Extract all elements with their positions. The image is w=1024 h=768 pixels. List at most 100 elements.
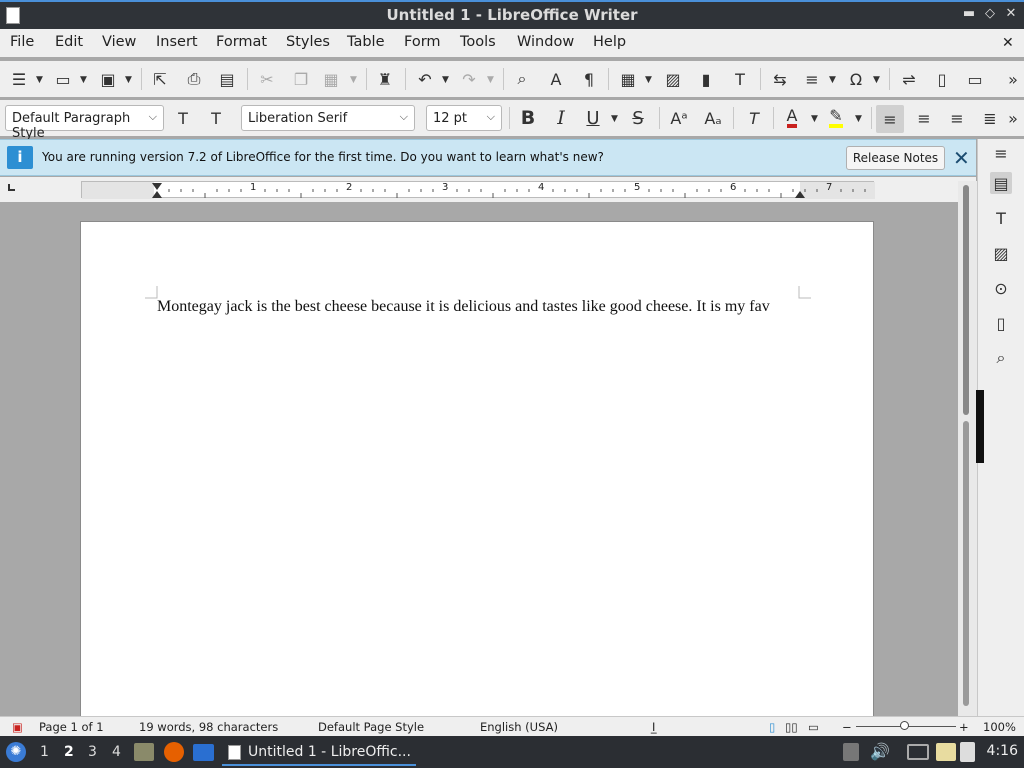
scrollbar-thumb[interactable] bbox=[963, 185, 969, 415]
print-icon[interactable]: ⎙ bbox=[183, 68, 205, 90]
chevron-down-icon[interactable]: ▼ bbox=[125, 75, 132, 85]
update-style-icon[interactable]: T bbox=[172, 107, 194, 129]
word-count[interactable]: 19 words, 98 characters bbox=[139, 720, 278, 734]
terminal-icon[interactable] bbox=[193, 744, 214, 761]
chevron-down-icon[interactable]: ▼ bbox=[350, 75, 357, 85]
scrollbar-track[interactable] bbox=[963, 421, 969, 706]
release-notes-button[interactable]: Release Notes bbox=[846, 146, 945, 170]
workspace-4[interactable]: 4 bbox=[112, 744, 121, 760]
restore-button[interactable]: ◇ bbox=[981, 6, 999, 21]
taskbar-writer-task[interactable]: Untitled 1 - LibreOffic... bbox=[222, 738, 416, 766]
zoom-level[interactable]: 100% bbox=[983, 720, 1016, 734]
document-body-text[interactable]: Montegay jack is the best cheese because… bbox=[157, 298, 770, 316]
menu-file[interactable]: File bbox=[10, 34, 34, 50]
chevron-down-icon[interactable]: ▼ bbox=[36, 75, 43, 85]
spelling-icon[interactable]: A bbox=[545, 68, 567, 90]
undo-icon[interactable]: ↶ bbox=[414, 68, 436, 90]
zoom-out-icon[interactable]: − bbox=[842, 720, 852, 734]
insert-comment-icon[interactable]: ▭ bbox=[964, 68, 986, 90]
subscript-icon[interactable]: Aₐ bbox=[702, 107, 724, 129]
chevron-down-icon[interactable]: ⌵ bbox=[400, 110, 408, 124]
properties-icon[interactable]: ▤ bbox=[990, 172, 1012, 194]
menu-format[interactable]: Format bbox=[216, 34, 267, 50]
close-window-button[interactable]: ✕ bbox=[1002, 6, 1020, 21]
more-options-icon[interactable]: » bbox=[1002, 68, 1024, 90]
gallery-icon[interactable]: ▨ bbox=[990, 242, 1012, 264]
insert-mode-icon[interactable]: I̲ bbox=[652, 720, 655, 734]
file-manager-icon[interactable] bbox=[134, 743, 154, 761]
find-replace-icon[interactable]: ⌕ bbox=[511, 68, 533, 90]
chevron-down-icon[interactable]: ▼ bbox=[811, 114, 818, 124]
workspace-3[interactable]: 3 bbox=[88, 744, 97, 760]
menu-tools[interactable]: Tools bbox=[460, 34, 496, 50]
align-right-icon[interactable]: ≡ bbox=[946, 107, 968, 129]
chevron-down-icon[interactable]: ▼ bbox=[873, 75, 880, 85]
insert-textbox-icon[interactable]: T bbox=[729, 68, 751, 90]
page-count[interactable]: Page 1 of 1 bbox=[39, 720, 104, 734]
more-options-icon[interactable]: » bbox=[1002, 107, 1024, 129]
language[interactable]: English (USA) bbox=[480, 720, 558, 734]
page-style[interactable]: Default Page Style bbox=[318, 720, 424, 734]
insert-page-break-icon[interactable]: ⇆ bbox=[769, 68, 791, 90]
menu-view[interactable]: View bbox=[102, 34, 136, 50]
close-icon[interactable]: ✕ bbox=[953, 146, 970, 170]
superscript-icon[interactable]: Aᵃ bbox=[668, 107, 690, 129]
chevron-down-icon[interactable]: ▼ bbox=[80, 75, 87, 85]
bold-icon[interactable]: B bbox=[517, 107, 539, 129]
insert-chart-icon[interactable]: ▮ bbox=[695, 68, 717, 90]
sidebar-collapse-handle[interactable] bbox=[976, 390, 984, 463]
insert-hyperlink-icon[interactable]: ⇌ bbox=[898, 68, 920, 90]
workspace-2[interactable]: 2 bbox=[64, 744, 74, 760]
font-color-icon[interactable]: A bbox=[781, 107, 803, 129]
align-left-icon[interactable]: ≡ bbox=[876, 105, 904, 133]
open-folder-icon[interactable]: ▭ bbox=[52, 68, 74, 90]
new-style-icon[interactable]: T bbox=[205, 107, 227, 129]
font-name-combo[interactable]: Liberation Serif ⌵ bbox=[241, 105, 415, 131]
tab-stop-selector-icon[interactable] bbox=[8, 184, 15, 191]
insert-footnote-icon[interactable]: ▯ bbox=[931, 68, 953, 90]
document-page[interactable]: Montegay jack is the best cheese because… bbox=[80, 221, 874, 721]
copy-icon[interactable]: ❐ bbox=[290, 68, 312, 90]
clone-formatting-icon[interactable]: ♜ bbox=[374, 68, 396, 90]
volume-icon[interactable]: 🔊 bbox=[870, 742, 890, 761]
highlight-color-icon[interactable]: ✎ bbox=[825, 107, 847, 129]
underline-icon[interactable]: U bbox=[582, 107, 604, 129]
insert-table-icon[interactable]: ▦ bbox=[617, 68, 639, 90]
justify-icon[interactable]: ≣ bbox=[979, 107, 1001, 129]
chevron-down-icon[interactable]: ▼ bbox=[487, 75, 494, 85]
minimize-button[interactable]: ▬ bbox=[960, 6, 978, 21]
menu-insert[interactable]: Insert bbox=[156, 34, 198, 50]
menu-help[interactable]: Help bbox=[593, 34, 626, 50]
horizontal-ruler[interactable]: 1 2 3 4 5 6 7 bbox=[81, 181, 875, 199]
redo-icon[interactable]: ↷ bbox=[458, 68, 480, 90]
special-character-icon[interactable]: Ω bbox=[845, 68, 867, 90]
new-document-icon[interactable]: ☰ bbox=[8, 68, 30, 90]
formatting-marks-icon[interactable]: ¶ bbox=[578, 68, 600, 90]
sidebar-menu-icon[interactable]: ≡ bbox=[990, 142, 1012, 164]
firefox-icon[interactable] bbox=[164, 742, 184, 762]
clipboard-icon[interactable] bbox=[936, 743, 956, 761]
paragraph-style-combo[interactable]: Default Paragraph Style ⌵ bbox=[5, 105, 164, 141]
notification-icon[interactable] bbox=[843, 743, 859, 761]
book-view-icon[interactable]: ▭ bbox=[808, 720, 819, 734]
close-document-icon[interactable]: ✕ bbox=[1002, 35, 1014, 51]
manage-changes-icon[interactable]: ⌕ bbox=[990, 347, 1012, 369]
font-size-combo[interactable]: 12 pt ⌵ bbox=[426, 105, 502, 131]
menu-window[interactable]: Window bbox=[517, 34, 574, 50]
align-center-icon[interactable]: ≡ bbox=[913, 107, 935, 129]
single-page-view-icon[interactable]: ▯ bbox=[769, 720, 775, 734]
strikethrough-icon[interactable]: S bbox=[627, 107, 649, 129]
menu-edit[interactable]: Edit bbox=[55, 34, 83, 50]
italic-icon[interactable]: I bbox=[550, 107, 572, 129]
menu-form[interactable]: Form bbox=[404, 34, 441, 50]
save-icon[interactable]: ▣ bbox=[97, 68, 119, 90]
document-modified-icon[interactable]: ▣ bbox=[12, 720, 23, 734]
update-notifier-icon[interactable] bbox=[960, 742, 975, 762]
cut-icon[interactable]: ✂ bbox=[256, 68, 278, 90]
workspace-1[interactable]: 1 bbox=[40, 744, 49, 760]
multi-page-view-icon[interactable]: ▯▯ bbox=[785, 720, 798, 734]
menu-table[interactable]: Table bbox=[347, 34, 385, 50]
chevron-down-icon[interactable]: ⌵ bbox=[149, 110, 157, 124]
chevron-down-icon[interactable]: ▼ bbox=[645, 75, 652, 85]
export-pdf-icon[interactable]: ⇱ bbox=[149, 68, 171, 90]
